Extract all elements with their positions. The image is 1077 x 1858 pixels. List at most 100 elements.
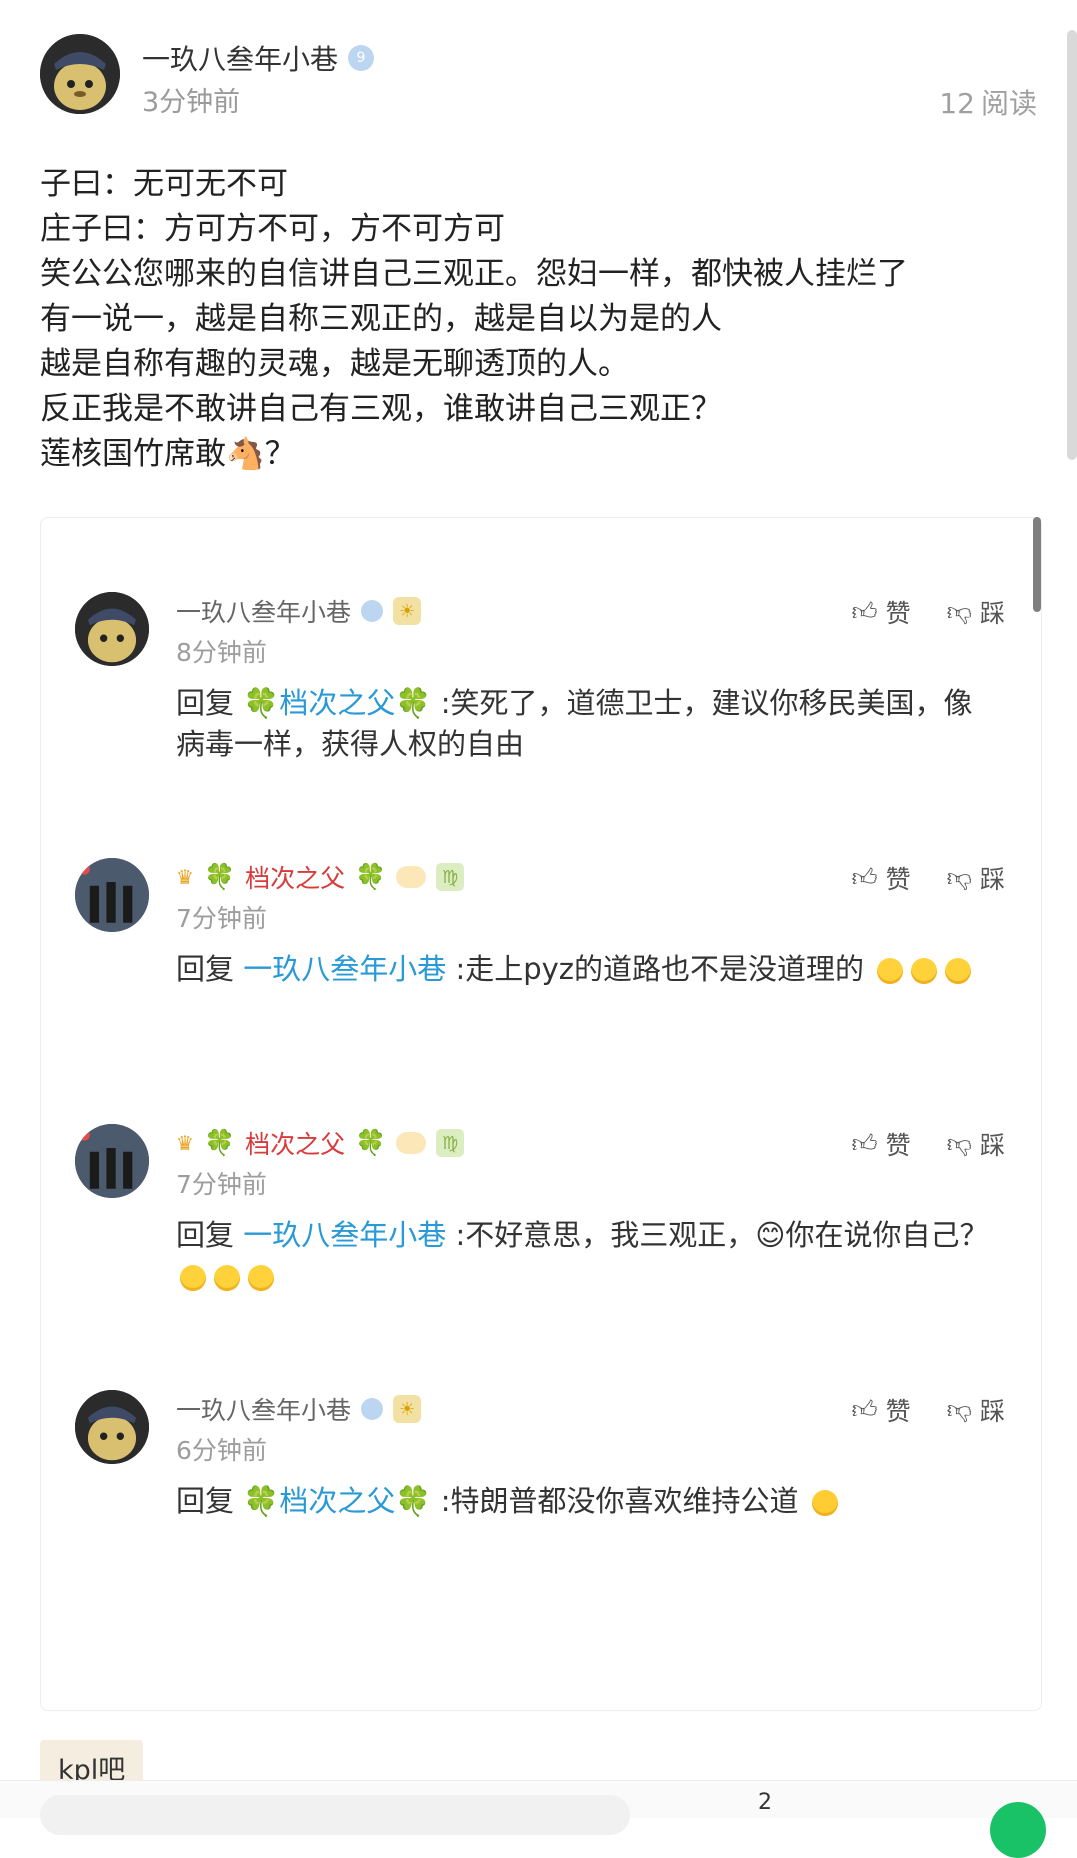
comment-count: 2 xyxy=(758,1790,772,1815)
dislike-button[interactable]: 👎︎ 踩 xyxy=(947,594,1005,630)
reply-time: 7分钟前 xyxy=(176,1170,267,1199)
crown-icon: ♛ xyxy=(176,1131,194,1155)
thumbs-up-icon: 👍︎ xyxy=(851,863,878,892)
thumbs-up-icon: 👍︎ xyxy=(851,597,878,626)
post-body: 子曰：无可无不可 庄子曰：方可方不可，方不可方可 笑公公您哪来的自信讲自己三观正… xyxy=(40,162,1040,477)
vip-badge-icon: 9 xyxy=(348,45,375,71)
like-button[interactable]: 👍︎ 赞 xyxy=(851,1126,910,1162)
clover-icon: 🍀 xyxy=(243,1484,280,1518)
reply-content: :不好意思，我三观正，😊你在说你自己？ xyxy=(455,1218,989,1252)
reply-item: ♛ 🍀 档次之父 🍀 ♍ 7分钟前 👍︎ 赞 👎︎ 踩 回复 一玖八叁年小巷 :不好意思… xyxy=(41,1050,1041,1350)
dislike-label: 踩 xyxy=(979,1131,1005,1160)
thumbs-down-icon: 👎︎ xyxy=(946,863,972,892)
clover-icon: 🍀 xyxy=(203,1128,236,1157)
author-name-text[interactable]: 一玖八叁年小巷 xyxy=(142,38,338,78)
reply-avatar[interactable] xyxy=(75,592,149,666)
dislike-button[interactable]: 👎︎ 踩 xyxy=(947,1392,1005,1428)
thumbs-down-icon: 👎︎ xyxy=(946,1129,972,1158)
reply-time: 8分钟前 xyxy=(176,638,267,667)
read-count-number: 12 xyxy=(939,87,975,120)
sun-badge-icon: ☀ xyxy=(393,597,422,625)
post-line: 有一说一，越是自称三观正的，越是自以为是的人 xyxy=(40,301,722,337)
reply-username[interactable]: ♛ 🍀 档次之父 🍀 ♍ xyxy=(176,1125,465,1161)
replies-card: 一玖八叁年小巷 ☀ 8分钟前 👍︎ 赞 👎︎ 踩 回复 🍀档次之父🍀 :笑死了，道德… xyxy=(40,517,1042,1711)
clover-icon: 🍀 xyxy=(395,686,432,720)
virgo-icon: ♍ xyxy=(436,863,465,891)
post-line: 越是自称有趣的灵魂，越是无聊透顶的人。 xyxy=(40,346,629,382)
reply-time: 6分钟前 xyxy=(176,1436,267,1465)
reply-username-text[interactable]: 一玖八叁年小巷 xyxy=(176,593,351,629)
clover-icon: 🍀 xyxy=(395,1484,432,1518)
like-label: 赞 xyxy=(885,599,911,628)
dislike-label: 踩 xyxy=(979,865,1005,894)
reply-username[interactable]: 一玖八叁年小巷 ☀ xyxy=(176,593,422,629)
post-line: 反正我是不敢讲自己有三观，谁敢讲自己三观正？ xyxy=(40,391,722,427)
thumbs-down-icon: 👎︎ xyxy=(946,1395,972,1424)
dislike-label: 踩 xyxy=(979,599,1005,628)
vip-badge-icon xyxy=(361,1398,384,1420)
reply-target-link[interactable]: 一玖八叁年小巷 xyxy=(243,952,446,986)
emoji-icon xyxy=(248,1265,274,1291)
emoji-icon xyxy=(214,1265,240,1291)
like-label: 赞 xyxy=(885,865,911,894)
clover-icon: 🍀 xyxy=(355,862,387,891)
reply-text: 回复 一玖八叁年小巷 :不好意思，我三观正，😊你在说你自己？ xyxy=(176,1215,996,1297)
reply-content: :走上pyz的道路也不是没道理的 xyxy=(455,952,865,986)
reply-target-link[interactable]: 档次之父 xyxy=(279,1484,395,1518)
reply-avatar[interactable] xyxy=(75,858,149,932)
reply-username-text[interactable]: 档次之父 xyxy=(245,859,345,895)
send-button[interactable] xyxy=(990,1802,1046,1858)
reply-content: :特朗普都没你喜欢维持公道 xyxy=(440,1484,799,1518)
emoji-icon xyxy=(877,958,904,984)
thumbs-up-icon: 👍︎ xyxy=(851,1395,878,1424)
reply-username-text[interactable]: 一玖八叁年小巷 xyxy=(176,1391,351,1427)
emoji-icon xyxy=(945,958,972,984)
sun-badge-icon: ☀ xyxy=(393,1395,422,1423)
post-line: 莲核国竹席敢🐴？ xyxy=(40,436,296,472)
virgo-icon: ♍ xyxy=(436,1129,465,1157)
reply-username[interactable]: 一玖八叁年小巷 ☀ xyxy=(176,1391,422,1427)
emoji-icon xyxy=(180,1265,206,1291)
dislike-button[interactable]: 👎︎ 踩 xyxy=(947,860,1005,896)
thumbs-up-icon: 👍︎ xyxy=(851,1129,878,1158)
emoji-icon xyxy=(811,1490,838,1516)
reply-avatar[interactable] xyxy=(75,1390,149,1464)
dislike-button[interactable]: 👎︎ 踩 xyxy=(947,1126,1005,1162)
reply-actions: 👍︎ 赞 👎︎ 踩 xyxy=(851,1392,1005,1428)
reply-target-link[interactable]: 一玖八叁年小巷 xyxy=(243,1218,446,1252)
like-label: 赞 xyxy=(885,1131,911,1160)
reply-time: 7分钟前 xyxy=(176,904,267,933)
post-line: 笑公公您哪来的自信讲自己三观正。怨妇一样，都快被人挂烂了 xyxy=(40,256,908,292)
like-button[interactable]: 👍︎ 赞 xyxy=(851,1392,910,1428)
like-button[interactable]: 👍︎ 赞 xyxy=(851,594,910,630)
reply-prefix: 回复 xyxy=(176,1484,235,1518)
reply-actions: 👍︎ 赞 👎︎ 踩 xyxy=(851,1126,1005,1162)
like-label: 赞 xyxy=(885,1397,911,1426)
comment-input[interactable] xyxy=(40,1795,630,1835)
reply-actions: 👍︎ 赞 👎︎ 踩 xyxy=(851,860,1005,896)
like-button[interactable]: 👍︎ 赞 xyxy=(851,860,910,896)
reply-target-link[interactable]: 档次之父 xyxy=(279,686,395,720)
post-line: 子曰：无可无不可 xyxy=(40,166,288,202)
replies-scrollbar[interactable] xyxy=(1033,517,1041,612)
crown-icon: ♛ xyxy=(176,865,194,889)
reply-username[interactable]: ♛ 🍀 档次之父 🍀 ♍ xyxy=(176,859,465,895)
vip-badge-icon xyxy=(361,600,384,622)
reply-username-text[interactable]: 档次之父 xyxy=(245,1125,345,1161)
gold-badge-icon xyxy=(396,1132,427,1154)
emoji-icon xyxy=(911,958,938,984)
reply-avatar[interactable] xyxy=(75,1124,149,1198)
post-time: 3分钟前 xyxy=(142,87,241,118)
post-line: 庄子曰：方可方不可，方不可方可 xyxy=(40,211,505,247)
author-avatar[interactable] xyxy=(40,34,120,114)
reply-prefix: 回复 xyxy=(176,1218,235,1252)
gold-badge-icon xyxy=(396,866,427,888)
reply-item: ♛ 🍀 档次之父 🍀 ♍ 7分钟前 👍︎ 赞 👎︎ 踩 回复 一玖八叁年小巷 :走上py… xyxy=(41,784,1041,1084)
read-count: 12 阅读 xyxy=(939,82,1037,122)
dislike-label: 踩 xyxy=(979,1397,1005,1426)
clover-icon: 🍀 xyxy=(243,686,280,720)
clover-icon: 🍀 xyxy=(203,862,236,891)
author-name[interactable]: 一玖八叁年小巷 9 xyxy=(142,38,375,78)
page-scrollbar[interactable] xyxy=(1067,30,1077,460)
reply-text: 回复 🍀档次之父🍀 :笑死了，道德卫士，建议你移民美国，像病毒一样，获得人权的自… xyxy=(176,683,996,765)
